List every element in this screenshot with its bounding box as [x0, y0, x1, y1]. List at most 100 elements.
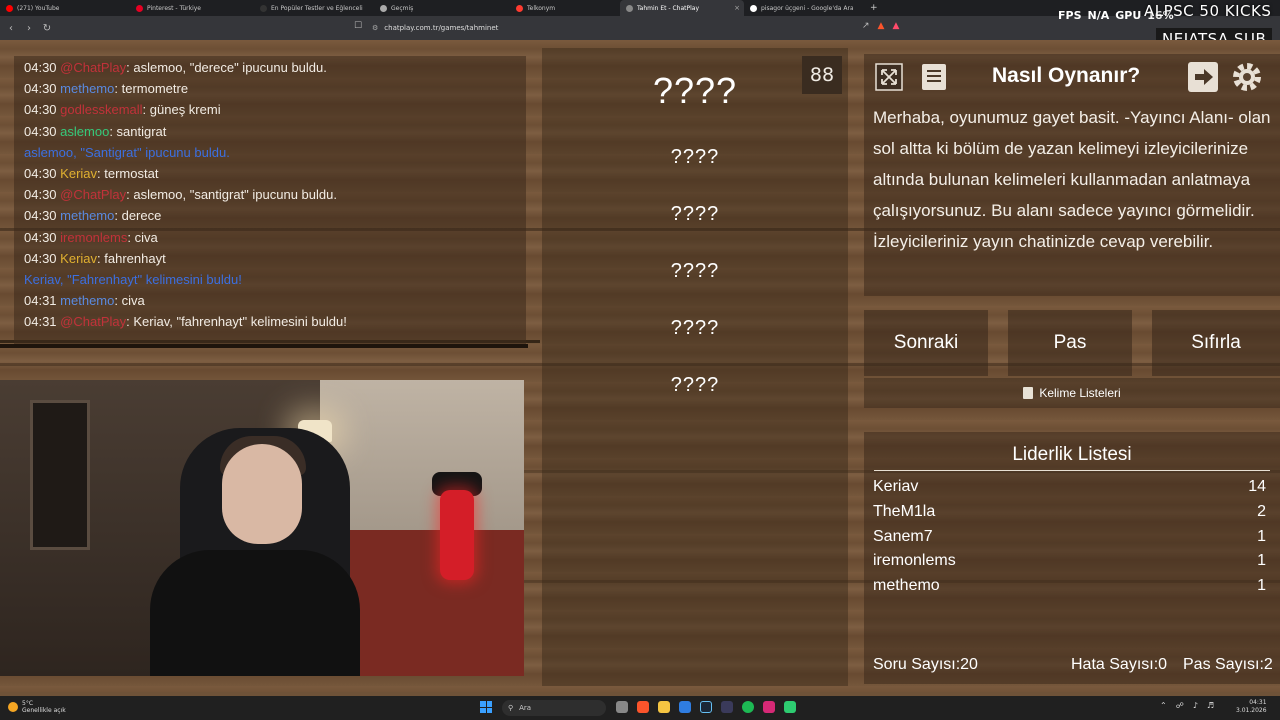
- gpu-label: GPU: [1115, 9, 1142, 22]
- chat-time: 04:30: [24, 166, 57, 181]
- player-score: 1: [1257, 577, 1266, 595]
- brave-shield-icon[interactable]: ▲: [878, 21, 885, 31]
- instagram-icon[interactable]: [763, 701, 775, 713]
- tab-favicon-icon: [516, 4, 523, 12]
- spotify-icon[interactable]: [742, 701, 754, 713]
- browser-tab[interactable]: Geçmiş: [374, 0, 510, 16]
- word-board: [542, 48, 848, 686]
- browser-tab[interactable]: (271) YouTube: [0, 0, 130, 16]
- chat-message: 04:30 aslemoo: santigrat: [24, 124, 166, 139]
- browser-tab[interactable]: pisagor üçgeni - Google'da Ara: [744, 0, 862, 16]
- how-to-play-title: Nasıl Oynanır?: [992, 64, 1141, 87]
- chat-message: 04:30 @ChatPlay: aslemoo, "derece" ipucu…: [24, 60, 327, 75]
- chat-time: 04:30: [24, 250, 57, 266]
- url-field[interactable]: ⚙ chatplay.com.tr/games/tahminet: [372, 16, 498, 40]
- leaderboard-row: Sanem7 1: [873, 528, 1266, 546]
- chat-time: 04:30: [24, 60, 57, 75]
- chat-text: : civa: [114, 293, 145, 309]
- chat-username: iremonlems: [60, 229, 128, 245]
- next-button[interactable]: Sonraki: [864, 310, 988, 376]
- word-lists-label: Kelime Listeleri: [1039, 386, 1121, 400]
- chat-username: methemo: [60, 293, 115, 309]
- chat-username: @ChatPlay: [60, 314, 127, 330]
- weather-widget[interactable]: 5°C Genellikle açık: [8, 700, 66, 714]
- chat-text: : santigrat: [109, 123, 167, 139]
- tray-chevron-icon[interactable]: ⌃: [1160, 701, 1167, 710]
- task-view-icon[interactable]: [616, 701, 628, 713]
- gear-icon[interactable]: [1230, 60, 1264, 94]
- fullscreen-icon[interactable]: [872, 60, 906, 94]
- search-icon: ⚲: [508, 704, 514, 712]
- chat-username: methemo: [60, 208, 115, 224]
- browser-tab[interactable]: Telkonym: [510, 0, 620, 16]
- fps-value: N/A: [1087, 9, 1110, 22]
- chat-time: 04:30: [24, 81, 57, 97]
- hint-word: ????: [670, 260, 720, 282]
- chat-username: aslemoo: [60, 123, 110, 139]
- chat-message: 04:30 iremonlems: civa: [24, 230, 158, 245]
- tab-favicon-icon: [6, 4, 13, 12]
- player-name: Sanem7: [873, 527, 933, 545]
- brave-icon[interactable]: [637, 701, 649, 713]
- reset-button[interactable]: Sıfırla: [1152, 310, 1280, 376]
- browser-tab[interactable]: Pinterest - Türkiye: [130, 0, 254, 16]
- app-icon[interactable]: [784, 701, 796, 713]
- exit-icon[interactable]: [1186, 60, 1220, 94]
- chat-time: 04:30: [24, 208, 57, 224]
- volume-icon[interactable]: ♬: [1207, 701, 1214, 710]
- tab-label: pisagor üçgeni - Google'da Ara: [761, 4, 853, 12]
- chat-message: aslemoo, "Santigrat" ipucunu buldu.: [24, 145, 230, 160]
- chat-message: 04:31 @ChatPlay: Keriav, "fahrenhayt" ke…: [24, 314, 347, 329]
- how-to-play-text: Merhaba, oyunumuz gayet basit. -Yayıncı …: [873, 108, 1271, 251]
- browser-tab[interactable]: En Popüler Testler ve Eğlenceli Quizle..…: [254, 0, 374, 16]
- leaderboard-title: Liderlik Listesi: [1012, 444, 1132, 465]
- mic-icon[interactable]: ♪: [1193, 701, 1198, 710]
- leaderboard-divider: [874, 470, 1270, 471]
- chat-text: : termometre: [114, 81, 189, 97]
- tab-close-icon[interactable]: ×: [734, 4, 740, 12]
- player-name: TheM1la: [873, 502, 936, 520]
- hint-word: ????: [670, 317, 720, 339]
- chat-username: aslemoo, "Santigrat" ipucunu buldu.: [24, 144, 230, 160]
- tab-label: Telkonym: [527, 4, 556, 12]
- taskbar-search[interactable]: ⚲ Ara: [502, 700, 606, 716]
- tab-label: Tahmin Et - ChatPlay: [637, 4, 700, 12]
- back-icon[interactable]: ‹: [4, 23, 18, 34]
- tab-favicon-icon: [750, 4, 757, 12]
- reload-icon[interactable]: ↻: [40, 23, 54, 34]
- chat-time: 04:30: [24, 187, 57, 203]
- forward-icon[interactable]: ›: [22, 23, 36, 34]
- obs-icon[interactable]: [721, 701, 733, 713]
- player-score: 1: [1257, 527, 1266, 545]
- network-icon[interactable]: ☍: [1176, 701, 1184, 710]
- rewards-icon[interactable]: ▲: [892, 21, 899, 31]
- chat-panel: 04:30 @ChatPlay: aslemoo, "derece" ipucu…: [14, 56, 526, 348]
- site-info-icon[interactable]: ⚙: [372, 24, 378, 32]
- leaderboard-row: Keriav 14: [873, 478, 1266, 496]
- player-score: 1: [1257, 552, 1266, 570]
- clock[interactable]: 04:31 3.01.2026: [1236, 699, 1267, 715]
- tab-favicon-icon: [260, 4, 267, 12]
- leaderboard-row: TheM1la 2: [873, 503, 1266, 521]
- steam-icon[interactable]: [700, 701, 712, 713]
- clock-time: 04:31: [1249, 699, 1267, 706]
- share-icon[interactable]: ↗: [862, 21, 870, 31]
- chat-text: : aslemoo, "santigrat" ipucunu buldu.: [126, 187, 337, 203]
- browser-tab[interactable]: Tahmin Et - ChatPlay ×: [620, 0, 744, 16]
- chat-time: 04:31: [24, 314, 57, 330]
- document-icon[interactable]: [917, 60, 951, 94]
- tab-label: Geçmiş: [391, 4, 414, 12]
- windows-start-icon[interactable]: [480, 701, 492, 713]
- file-explorer-icon[interactable]: [658, 701, 670, 713]
- tab-label: En Popüler Testler ve Eğlenceli Quizle..…: [271, 4, 365, 12]
- bookmark-icon[interactable]: ☐: [354, 21, 362, 31]
- chat-message: 04:30 Keriav: fahrenhayt: [24, 251, 166, 266]
- new-tab-icon[interactable]: +: [862, 3, 886, 13]
- mail-icon[interactable]: [679, 701, 691, 713]
- kicks-alert: ALPSC 50 KICKS: [1144, 2, 1272, 20]
- webcam-feed: [0, 380, 524, 676]
- chat-text: : termostat: [97, 166, 159, 181]
- pass-button[interactable]: Pas: [1008, 310, 1132, 376]
- word-lists-button[interactable]: Kelime Listeleri: [864, 378, 1280, 408]
- hint-word: ????: [670, 203, 720, 225]
